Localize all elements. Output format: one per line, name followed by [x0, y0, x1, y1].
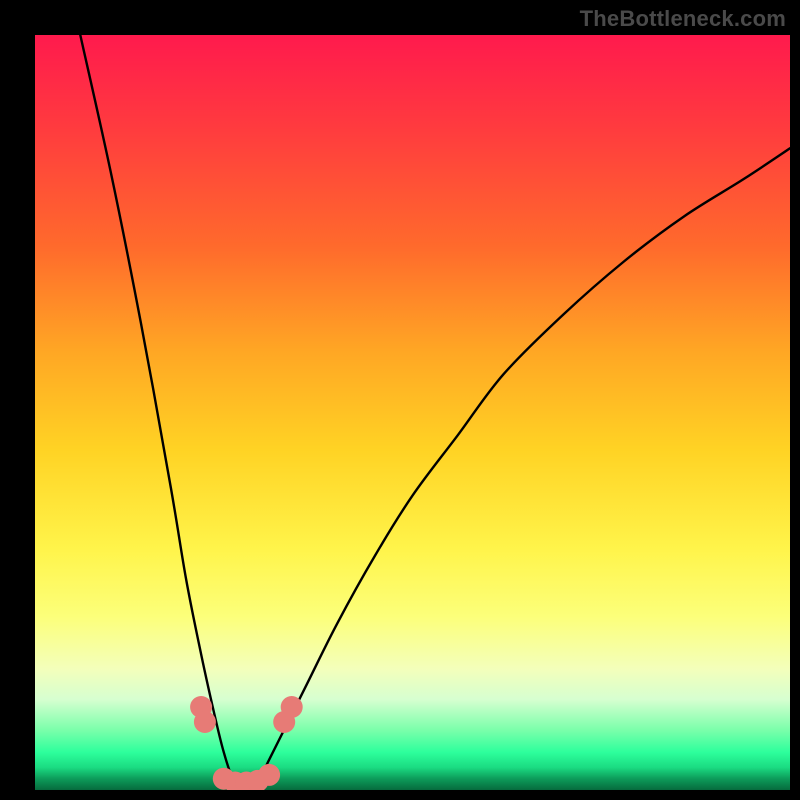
bottleneck-curve — [80, 35, 790, 783]
curve-marker — [258, 764, 280, 786]
chart-frame: TheBottleneck.com — [0, 0, 800, 800]
curve-markers — [190, 696, 303, 790]
curve-marker — [194, 711, 216, 733]
curve-marker — [281, 696, 303, 718]
plot-area — [35, 35, 790, 790]
watermark-text: TheBottleneck.com — [580, 6, 786, 32]
curve-layer — [35, 35, 790, 790]
